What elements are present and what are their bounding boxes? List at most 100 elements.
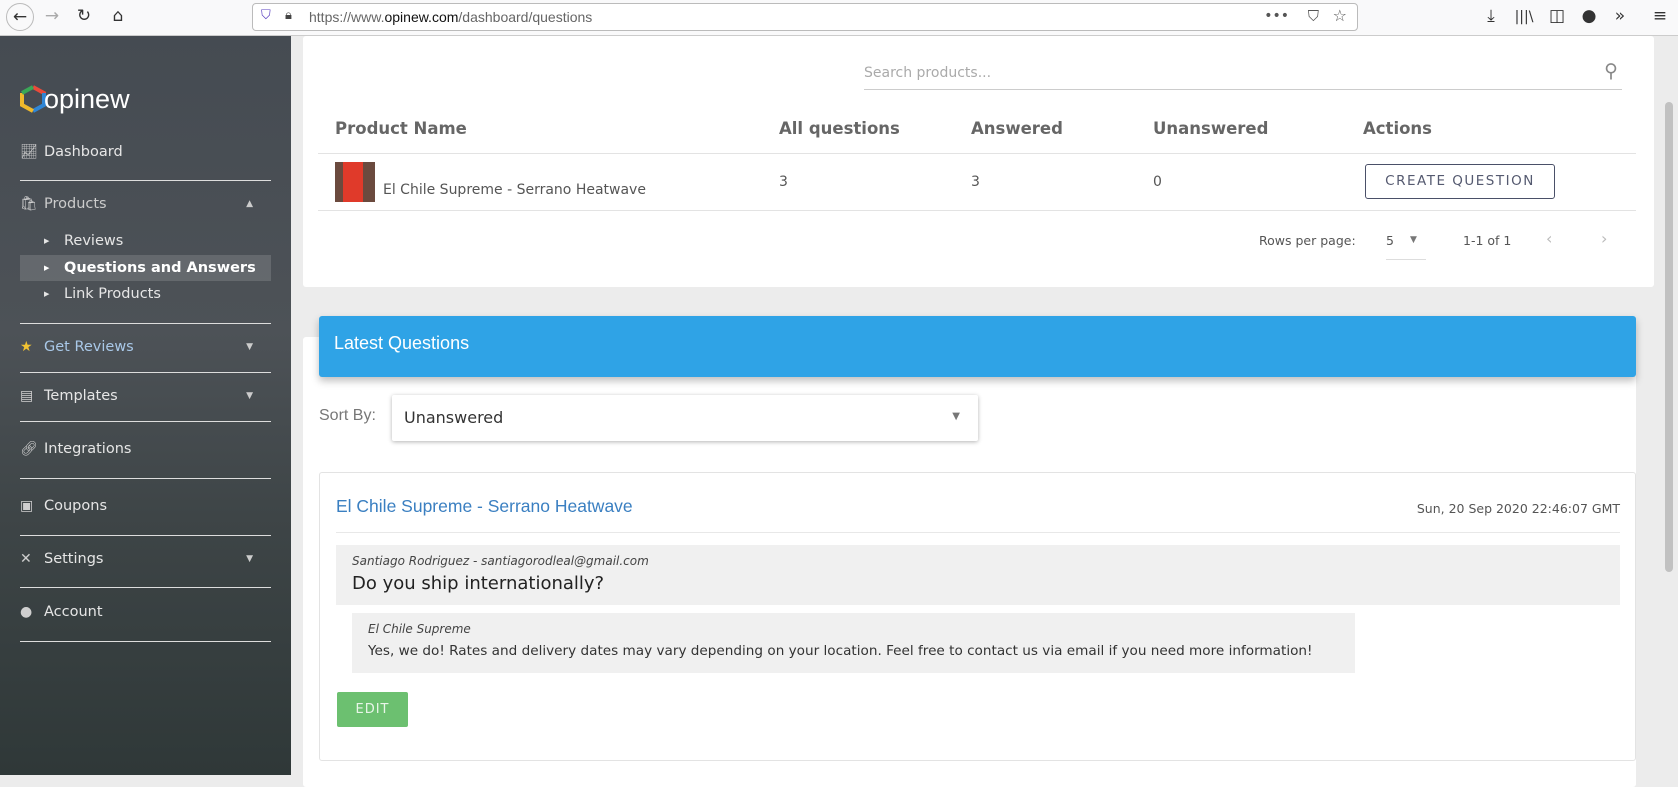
account-icon[interactable]: ● (1577, 6, 1601, 26)
latest-questions-title: Latest Questions (334, 333, 470, 353)
caret-down-icon: ▼ (246, 554, 253, 564)
more-icon[interactable]: ••• (1264, 8, 1289, 24)
sort-by-value: Unanswered (404, 408, 504, 427)
rows-per-page-value: 5 (1386, 233, 1394, 248)
label: Dashboard (44, 144, 123, 160)
label: Get Reviews (44, 339, 134, 355)
hexagon-logo-icon (20, 84, 46, 114)
search-placeholder: Search products... (864, 65, 992, 81)
caret-down-icon: ▼ (952, 411, 960, 422)
divider (318, 210, 1636, 211)
divider (20, 323, 271, 324)
caret-right-icon: ▶ (44, 290, 50, 298)
back-icon[interactable]: ← (6, 3, 34, 31)
download-icon[interactable]: ⤓ (1479, 6, 1503, 26)
all-questions-count: 3 (779, 174, 788, 190)
label: Coupons (44, 498, 108, 514)
answer-box: El Chile Supreme Yes, we do! Rates and d… (352, 613, 1355, 673)
label: Settings (44, 551, 104, 567)
library-icon[interactable]: |||\ (1512, 9, 1536, 25)
column-header-all-questions: All questions (779, 119, 900, 138)
divider (20, 421, 271, 422)
sidebar-item-settings[interactable]: ✕ Settings ▼ (20, 546, 271, 572)
sidebar-toggle-icon[interactable]: ◫ (1545, 6, 1569, 26)
label: Products (44, 196, 107, 212)
sidebar-item-products[interactable]: 🛍︎ Products ▲ (20, 191, 271, 217)
link-icon: 🔗︎ (20, 441, 38, 457)
divider (20, 641, 271, 642)
question-text: Do you ship internationally? (352, 573, 605, 594)
next-page-icon[interactable]: › (1601, 229, 1607, 248)
divider (20, 587, 271, 588)
pocket-icon[interactable]: ⛉ (1308, 7, 1319, 25)
search-icon[interactable]: ⚲ (1604, 60, 1618, 82)
rows-per-page-select[interactable]: 5 ▼ (1386, 228, 1426, 260)
divider (336, 532, 1620, 533)
sidebar-item-link-products[interactable]: ▶ Link Products (44, 281, 271, 307)
sidebar-item-get-reviews[interactable]: ★ Get Reviews ▼ (20, 334, 271, 360)
question-box: Santiago Rodriguez - santiagorodleal@gma… (336, 545, 1620, 605)
sort-by-label: Sort By: (319, 407, 376, 424)
caret-down-icon: ▼ (246, 391, 253, 401)
menu-icon[interactable]: ≡ (1648, 6, 1672, 26)
column-header-actions: Actions (1363, 119, 1432, 138)
edit-button[interactable]: EDIT (337, 692, 408, 727)
question-product-link[interactable]: El Chile Supreme - Serrano Heatwave (336, 496, 633, 517)
product-thumbnail (335, 162, 375, 202)
overflow-icon[interactable]: » (1608, 6, 1632, 26)
star-icon: ★ (20, 339, 33, 355)
caret-right-icon: ▶ (44, 264, 50, 272)
column-header-unanswered: Unanswered (1153, 119, 1269, 138)
previous-page-icon[interactable]: ‹ (1546, 229, 1552, 248)
bookmark-star-icon[interactable]: ☆ (1333, 6, 1347, 25)
scrollbar[interactable] (1660, 36, 1678, 775)
sidebar-item-templates[interactable]: ▤ Templates ▼ (20, 383, 271, 409)
create-question-button[interactable]: CREATE QUESTION (1365, 164, 1555, 199)
divider (20, 478, 271, 479)
browser-toolbar: ← → ↻ ⌂ ⛉ 🔒︎ https://www.opinew.com/dash… (0, 0, 1678, 36)
forward-icon[interactable]: → (40, 6, 64, 26)
sort-by-select[interactable]: Unanswered ▼ (392, 395, 978, 441)
url-bar[interactable]: ⛉ 🔒︎ https://www.opinew.com/dashboard/qu… (252, 3, 1358, 31)
url-text[interactable]: https://www.opinew.com/dashboard/questio… (309, 9, 592, 25)
answer-author: El Chile Supreme (368, 622, 471, 636)
question-card: El Chile Supreme - Serrano Heatwave Sun,… (319, 472, 1636, 761)
rows-per-page-label: Rows per page: (1259, 233, 1356, 248)
sidebar: opinew 📈︎ Dashboard 🛍︎ Products ▲ ▶ Reviews … (0, 36, 291, 775)
user-icon: ● (20, 604, 33, 620)
caret-down-icon: ▼ (1410, 235, 1417, 245)
sidebar-item-dashboard[interactable]: 📈︎ Dashboard (20, 139, 271, 165)
sidebar-item-integrations[interactable]: 🔗︎ Integrations (20, 436, 271, 462)
unanswered-count: 0 (1153, 174, 1162, 190)
tools-icon: ✕ (20, 551, 32, 567)
column-header-answered: Answered (971, 119, 1063, 138)
bag-icon: 🛍︎ (20, 196, 38, 212)
search-input[interactable]: Search products... ⚲ (864, 58, 1622, 90)
question-author: Santiago Rodriguez - santiagorodleal@gma… (352, 554, 649, 568)
label: Integrations (44, 441, 132, 457)
product-name: El Chile Supreme - Serrano Heatwave (383, 182, 646, 198)
sidebar-item-coupons[interactable]: ▣ Coupons (20, 493, 271, 519)
sidebar-item-questions-and-answers[interactable]: ▶ Questions and Answers (20, 255, 271, 281)
sidebar-item-reviews[interactable]: ▶ Reviews (44, 228, 271, 254)
coupon-icon: ▣ (20, 498, 34, 514)
label: Reviews (64, 233, 124, 249)
home-icon[interactable]: ⌂ (106, 6, 130, 26)
chart-icon: 📈︎ (20, 144, 38, 160)
scrollbar-thumb[interactable] (1665, 102, 1673, 572)
column-header-product-name: Product Name (335, 119, 467, 138)
templates-icon: ▤ (20, 388, 34, 404)
shield-icon: ⛉ (261, 8, 271, 23)
answered-count: 3 (971, 174, 980, 190)
label: Templates (44, 388, 118, 404)
question-date: Sun, 20 Sep 2020 22:46:07 GMT (1416, 501, 1620, 516)
divider (20, 535, 271, 536)
pagination-range: 1-1 of 1 (1463, 233, 1512, 248)
caret-up-icon: ▲ (246, 199, 253, 209)
opinew-logo[interactable]: opinew (20, 84, 130, 115)
sidebar-item-account[interactable]: ● Account (20, 599, 271, 625)
reload-icon[interactable]: ↻ (72, 6, 96, 26)
answer-text: Yes, we do! Rates and delivery dates may… (368, 643, 1313, 659)
label: Link Products (64, 286, 161, 302)
divider (20, 372, 271, 373)
